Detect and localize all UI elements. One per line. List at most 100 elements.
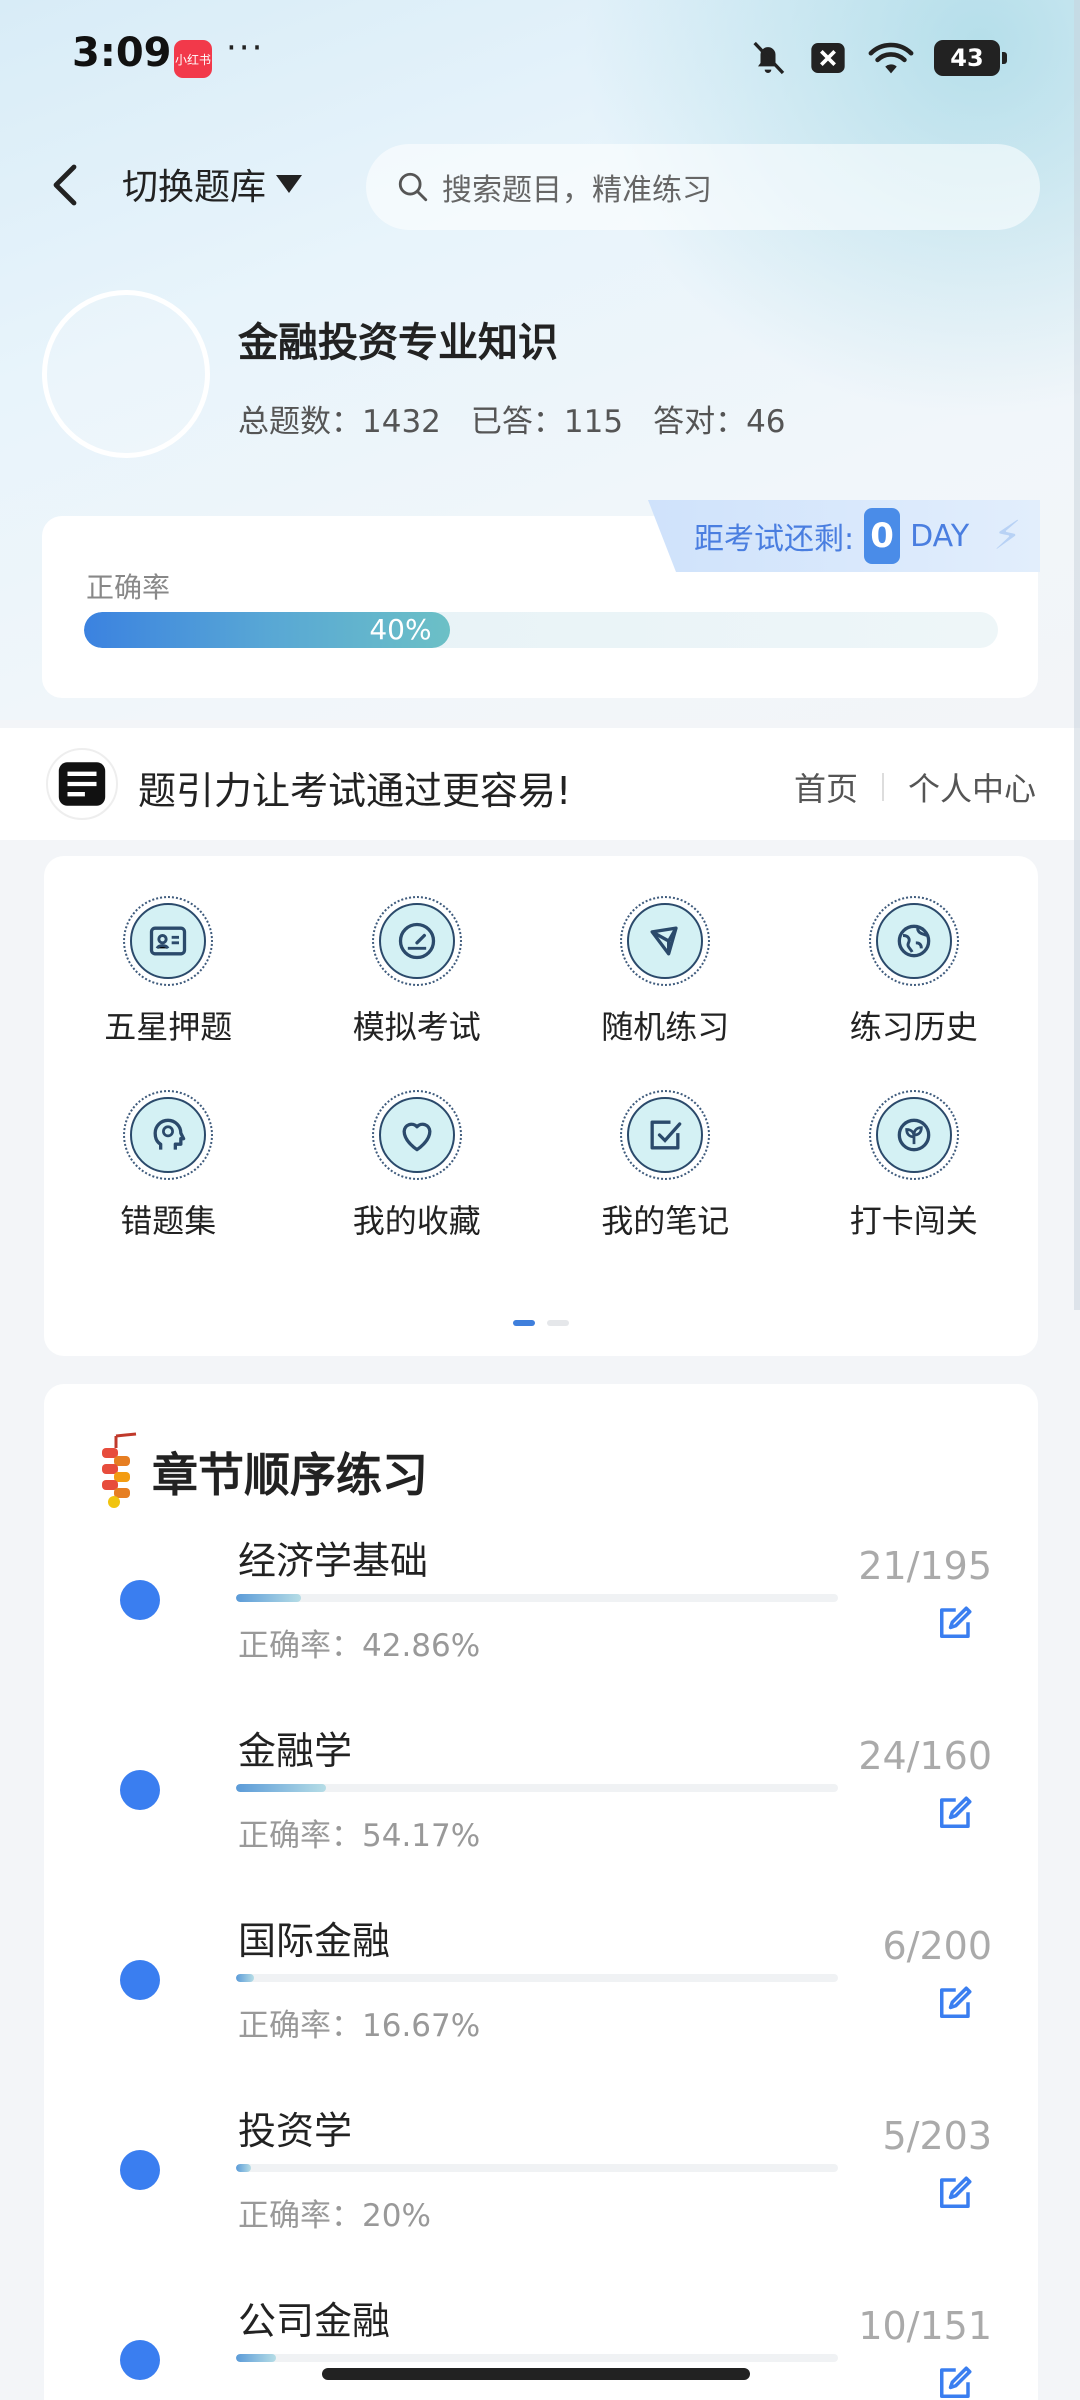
chapter-rate: 正确率：42.86% (238, 1628, 481, 1664)
chapter-name: 国际金融 (238, 1919, 391, 1963)
accuracy-label: 正确率 (86, 571, 171, 604)
bank-title: 金融投资专业知识 (238, 320, 558, 366)
firecracker-icon (102, 1432, 137, 1508)
battery-icon: 43 (934, 40, 1007, 76)
chapter-name: 公司金融 (238, 2299, 391, 2343)
bell-off-icon (748, 38, 788, 78)
chapter-rate: 正确率：16.67% (238, 2008, 481, 2044)
chapter-progress-count: 24/160 (858, 1734, 992, 1778)
chapter-progress-count: 5/203 (882, 2114, 992, 2158)
search-input[interactable]: 搜索题目，精准练习 (366, 144, 1040, 230)
chapter-row[interactable]: 公司金融 10/151 (44, 2290, 1038, 2400)
app-notification-badge: 小红书 (174, 40, 212, 78)
pager-dot[interactable] (547, 1320, 569, 1326)
stat-answered: 已答：115 (470, 404, 624, 440)
feature-label: 我的收藏 (352, 1202, 481, 1240)
chapter-progress-count: 21/195 (858, 1544, 992, 1588)
search-icon (398, 172, 428, 202)
edit-icon[interactable] (932, 1602, 976, 1646)
chapter-status-dot (120, 1770, 160, 1810)
exam-countdown-unit: DAY (910, 518, 970, 554)
chapter-progress-bar (236, 2354, 838, 2362)
chapter-name: 投资学 (238, 2109, 353, 2153)
feature-checkin[interactable]: 打卡闯关 (790, 1090, 1039, 1242)
avatar[interactable] (42, 290, 210, 458)
slogan-text: 题引力让考试通过更容易! (138, 769, 572, 813)
chapter-practice-card: 章节顺序练习 经济学基础 正确率：42.86% 21/195 金融学 正确率：5… (44, 1384, 1038, 2400)
leaf-icon (875, 1097, 952, 1173)
edit-icon[interactable] (932, 1982, 976, 2026)
feature-five-star[interactable]: 五星押题 (44, 896, 293, 1048)
feature-label: 模拟考试 (352, 1008, 481, 1046)
edit-icon[interactable] (932, 2172, 976, 2216)
globe-icon (875, 903, 952, 979)
top-nav-links: 首页 个人中心 (794, 764, 1036, 810)
chapter-row[interactable]: 投资学 正确率：20% 5/203 (44, 2100, 1038, 2290)
switch-question-bank-button[interactable]: 切换题库 (122, 158, 303, 210)
chapter-progress-fill (236, 1784, 327, 1792)
accuracy-progress-bar: 40% (84, 612, 998, 648)
id-card-icon (130, 903, 207, 979)
feature-label: 我的笔记 (601, 1202, 730, 1240)
feature-notes[interactable]: 我的笔记 (541, 1090, 790, 1242)
chapter-list: 经济学基础 正确率：42.86% 21/195 金融学 正确率：54.17% 2… (44, 1530, 1038, 2400)
home-indicator[interactable] (322, 2368, 750, 2380)
feature-favorites[interactable]: 我的收藏 (293, 1090, 542, 1242)
feature-label: 随机练习 (601, 1008, 730, 1046)
slogan-bar: 题引力让考试通过更容易! 首页 个人中心 (0, 728, 1080, 840)
grid-pager[interactable] (44, 1320, 1038, 1326)
feature-random-practice[interactable]: 随机练习 (541, 896, 790, 1048)
feature-mock-exam[interactable]: 模拟考试 (293, 896, 542, 1048)
head-icon (130, 1097, 207, 1173)
nav-profile-link[interactable]: 个人中心 (908, 764, 1036, 810)
chapter-row[interactable]: 经济学基础 正确率：42.86% 21/195 (44, 1530, 1038, 1720)
pager-dot-active[interactable] (513, 1320, 535, 1326)
chapter-progress-fill (236, 1594, 302, 1602)
brand-logo-icon (46, 748, 118, 820)
chapter-name: 经济学基础 (238, 1539, 429, 1583)
chapter-progress-bar (236, 1784, 838, 1792)
status-bar: 3:09 小红书 ··· 43 (0, 0, 1080, 120)
search-placeholder: 搜索题目，精准练习 (442, 173, 712, 208)
chapter-progress-fill (236, 2164, 252, 2172)
chapter-section-header: 章节顺序练习 (94, 1432, 428, 1512)
exam-countdown-label: 距考试还剩: (694, 522, 855, 557)
edit-icon[interactable] (932, 2362, 976, 2400)
feature-grid: 五星押题 模拟考试 随机练习 练习历史 错题集 我的收藏 我的笔记 打卡闯关 (44, 896, 1038, 1242)
chapter-status-dot (120, 1960, 160, 2000)
nav-home-link[interactable]: 首页 (794, 764, 858, 810)
chapter-section-title: 章节顺序练习 (152, 1448, 428, 1502)
more-notifications-indicator: ··· (226, 28, 265, 68)
chapter-status-dot (120, 1580, 160, 1620)
chapter-progress-count: 6/200 (882, 1924, 992, 1968)
chapter-status-dot (120, 2150, 160, 2190)
network-icon (627, 903, 704, 979)
chapter-row[interactable]: 金融学 正确率：54.17% 24/160 (44, 1720, 1038, 1910)
feature-practice-history[interactable]: 练习历史 (790, 896, 1039, 1048)
gauge-icon (378, 903, 455, 979)
chapter-progress-fill (236, 1974, 255, 1982)
chapter-progress-fill (236, 2354, 276, 2362)
edit-icon[interactable] (932, 1792, 976, 1836)
back-button[interactable] (40, 160, 90, 210)
chapter-row[interactable]: 国际金融 正确率：16.67% 6/200 (44, 1910, 1038, 2100)
chapter-progress-bar (236, 1974, 838, 1982)
chapter-name: 金融学 (238, 1729, 353, 1773)
heart-icon (378, 1097, 455, 1173)
exam-countdown-days: 0 (864, 508, 901, 564)
feature-wrong-questions[interactable]: 错题集 (44, 1090, 293, 1242)
feature-label: 打卡闯关 (849, 1202, 978, 1240)
scrollbar[interactable] (1074, 0, 1080, 1310)
chapter-rate: 正确率：54.17% (238, 1818, 481, 1854)
feature-label: 五星押题 (104, 1008, 233, 1046)
chapter-progress-bar (236, 2164, 838, 2172)
wifi-icon (868, 38, 914, 78)
status-time: 3:09 (72, 30, 172, 76)
feature-grid-card: 五星押题 模拟考试 随机练习 练习历史 错题集 我的收藏 我的笔记 打卡闯关 (44, 856, 1038, 1356)
lightning-icon: ⚡ (993, 513, 1022, 559)
chevron-left-icon (53, 164, 77, 206)
caret-down-icon (276, 175, 303, 193)
stat-correct: 答对：46 (653, 404, 786, 440)
feature-label: 练习历史 (849, 1008, 978, 1046)
chapter-progress-count: 10/151 (858, 2304, 992, 2348)
